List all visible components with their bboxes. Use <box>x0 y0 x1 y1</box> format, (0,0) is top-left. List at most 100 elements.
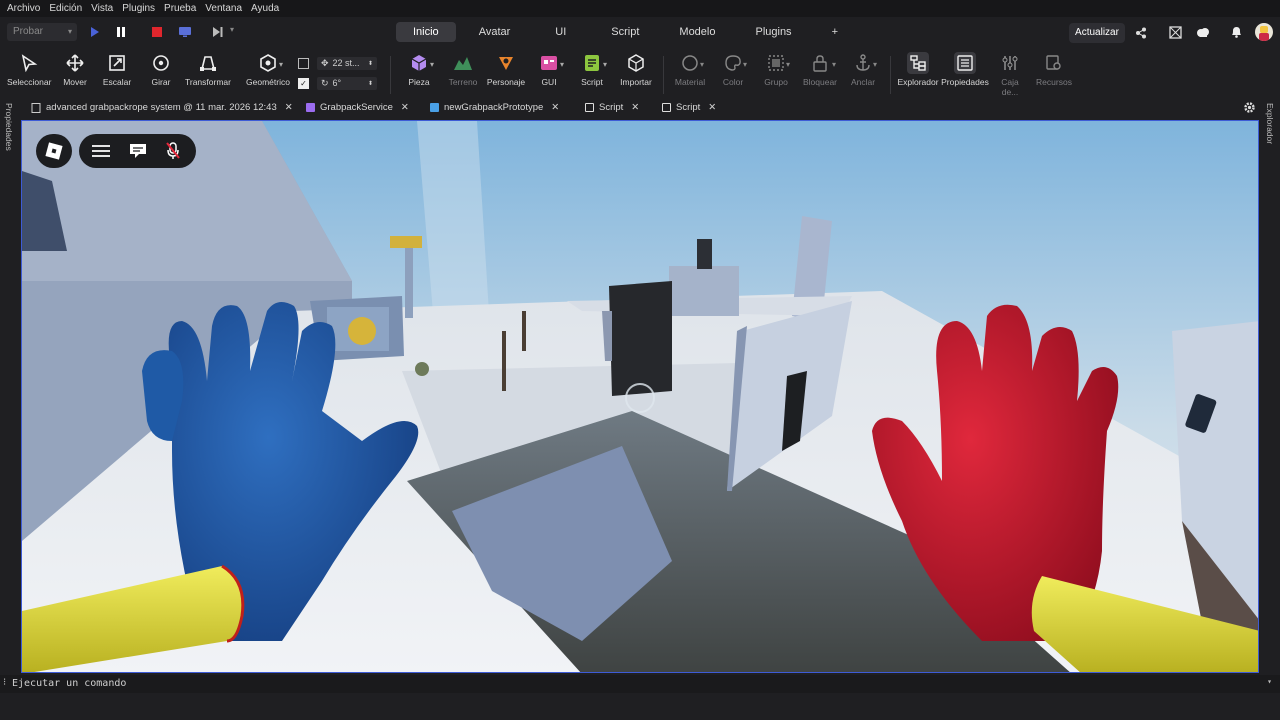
doc-tab-script-2[interactable]: Script ✕ <box>662 98 716 117</box>
update-button[interactable]: Actualizar <box>1069 23 1125 43</box>
doc-tab-place[interactable]: advanced grabpackrope system @ 11 mar. 2… <box>31 98 293 117</box>
checkbox[interactable] <box>298 57 309 69</box>
terrain-tool[interactable]: Terreno <box>445 52 481 87</box>
explorer-side-tab[interactable]: Explorador <box>1265 103 1275 144</box>
tab-plugins[interactable]: Plugins <box>738 22 808 42</box>
move-tool[interactable]: Mover <box>60 52 90 87</box>
move-increment-field[interactable]: ✥ 22 st... ⬍ <box>317 56 377 70</box>
rotate-tool[interactable]: Girar <box>147 52 175 87</box>
hamburger-icon[interactable] <box>92 144 110 158</box>
move-snap[interactable]: ✥ 22 st... ⬍ <box>298 56 377 70</box>
chevron-down-icon[interactable]: ▾ <box>873 60 877 69</box>
doc-tab-newgrabpackprototype[interactable]: newGrabpackPrototype ✕ <box>430 98 559 117</box>
doc-tab-label: advanced grabpackrope system @ 11 mar. 2… <box>46 102 277 113</box>
stepper-icon[interactable]: ⬍ <box>368 60 373 67</box>
tab-inicio[interactable]: Inicio <box>396 22 456 42</box>
gui-tool[interactable]: GUI <box>535 52 563 87</box>
menu-ayuda[interactable]: Ayuda <box>251 3 279 14</box>
checkbox-checked[interactable]: ✓ <box>298 77 309 89</box>
stop-icon[interactable] <box>152 27 162 37</box>
select-label: Seleccionar <box>7 77 52 87</box>
chevron-down-icon[interactable]: ▾ <box>279 60 283 69</box>
rotate-increment-field[interactable]: ↻ 6° ⬍ <box>317 76 377 90</box>
chevron-down-icon: ▾ <box>67 27 72 36</box>
properties-toggle[interactable]: Propiedades <box>940 52 990 87</box>
chevron-down-icon[interactable]: ▾ <box>786 60 790 69</box>
test-dropdown[interactable]: Probar ▾ <box>7 23 77 41</box>
character-tool[interactable]: Personaje <box>486 52 526 87</box>
chevron-down-icon[interactable]: ▾ <box>1267 677 1272 686</box>
import-tool[interactable]: Importar <box>617 52 655 87</box>
chat-icon[interactable] <box>129 143 147 159</box>
material-tool[interactable]: Material <box>672 52 708 87</box>
close-icon[interactable]: ✕ <box>708 98 716 117</box>
chevron-down-icon[interactable]: ▾ <box>832 60 836 69</box>
import-label: Importar <box>620 77 652 87</box>
explorer-toggle[interactable]: Explorador <box>896 52 940 87</box>
avatar[interactable] <box>1255 23 1273 41</box>
properties-side-tab[interactable]: Propiedades <box>4 103 14 151</box>
toolbox-toggle[interactable]: Caja de... <box>992 52 1028 97</box>
chevron-down-icon[interactable]: ▾ <box>560 60 564 69</box>
screen-icon[interactable] <box>179 27 191 37</box>
menu-edicion[interactable]: Edición <box>49 3 82 14</box>
collaborate-icon[interactable] <box>1169 26 1182 39</box>
roblox-menu-button[interactable] <box>36 134 72 168</box>
transform-tool[interactable]: Transformar <box>183 52 233 87</box>
scene-render[interactable] <box>22 121 1259 673</box>
divider <box>390 56 391 94</box>
palette-icon <box>725 55 741 71</box>
cloud-icon[interactable] <box>1196 27 1210 37</box>
play-icon[interactable] <box>90 27 100 37</box>
doc-tab-grabpackservice[interactable]: GrabpackService ✕ <box>306 98 409 117</box>
tab-add[interactable]: + <box>815 22 855 42</box>
rotate-snap[interactable]: ✓ ↻ 6° ⬍ <box>298 76 377 90</box>
script-tool[interactable]: Script <box>577 52 607 87</box>
share-icon[interactable] <box>1135 27 1147 39</box>
stepper-icon[interactable]: ⬍ <box>368 80 373 87</box>
tab-ui[interactable]: UI <box>533 22 588 42</box>
top-bar: Probar ▾ ▾ Inicio Avatar UI Script Model… <box>0 17 1280 48</box>
command-bar[interactable]: ⁝ Ejecutar un comando ▾ <box>0 675 1280 693</box>
gear-icon[interactable] <box>1243 101 1256 114</box>
chevron-down-icon[interactable]: ▾ <box>430 60 434 69</box>
tab-script[interactable]: Script <box>594 22 656 42</box>
select-tool[interactable]: Seleccionar <box>7 52 51 87</box>
tab-modelo[interactable]: Modelo <box>662 22 732 42</box>
group-tool[interactable]: Grupo <box>760 52 792 87</box>
scale-icon <box>109 55 125 71</box>
menu-ventana[interactable]: Ventana <box>205 3 242 14</box>
menu-archivo[interactable]: Archivo <box>7 3 40 14</box>
tab-avatar[interactable]: Avatar <box>462 22 528 42</box>
command-input[interactable]: Ejecutar un comando <box>12 678 126 689</box>
anchor-tool[interactable]: Anclar <box>846 52 880 87</box>
module-icon <box>306 103 315 112</box>
pause-icon[interactable] <box>116 27 126 37</box>
menu-vista[interactable]: Vista <box>91 3 113 14</box>
part-tool[interactable]: Pieza <box>404 52 434 87</box>
step-icon[interactable] <box>213 27 223 37</box>
close-icon[interactable]: ✕ <box>401 98 409 117</box>
color-tool[interactable]: Color <box>718 52 748 87</box>
doc-tab-label: newGrabpackPrototype <box>444 102 544 113</box>
chevron-down-icon[interactable]: ▾ <box>603 60 607 69</box>
game-viewport[interactable] <box>21 120 1259 673</box>
close-icon[interactable]: ✕ <box>551 98 559 117</box>
scale-tool[interactable]: Escalar <box>100 52 134 87</box>
assets-toggle[interactable]: Recursos <box>1034 52 1074 87</box>
bell-icon[interactable] <box>1231 26 1242 38</box>
chevron-down-icon[interactable]: ▾ <box>743 60 747 69</box>
chevron-down-icon[interactable]: ▾ <box>230 25 234 34</box>
lock-tool[interactable]: Bloquear <box>800 52 840 87</box>
chevron-down-icon[interactable]: ▾ <box>700 60 704 69</box>
microphone-muted-icon[interactable] <box>166 142 180 160</box>
geometric-label: Geométrico <box>246 77 290 87</box>
close-icon[interactable]: ✕ <box>285 98 293 117</box>
geometric-tool[interactable]: Geométrico <box>242 52 294 87</box>
menu-prueba[interactable]: Prueba <box>164 3 196 14</box>
script-icon <box>662 103 671 112</box>
doc-tab-script-1[interactable]: Script ✕ <box>585 98 639 117</box>
menu-plugins[interactable]: Plugins <box>122 3 155 14</box>
close-icon[interactable]: ✕ <box>631 98 639 117</box>
move-increment-value: 22 st... <box>332 58 360 68</box>
